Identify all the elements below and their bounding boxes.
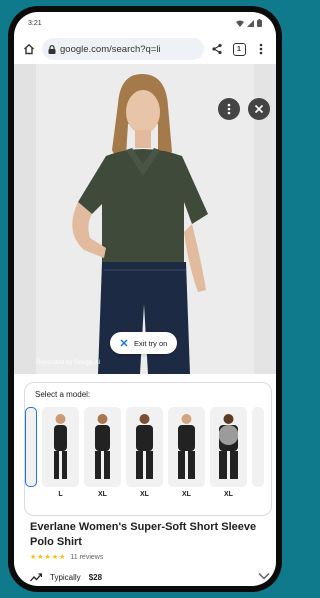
- browser-toolbar: google.com/search?q=li 1: [14, 34, 276, 64]
- model-option[interactable]: L: [42, 407, 79, 498]
- lock-icon: [48, 44, 56, 54]
- price-value: $28: [88, 573, 103, 582]
- previous-image-edge: [14, 64, 36, 374]
- tabs-button[interactable]: 1: [230, 40, 248, 58]
- model-option[interactable]: XL: [84, 407, 121, 498]
- product-title[interactable]: Everlane Women's Super-Soft Short Sleeve…: [30, 520, 260, 550]
- model-option[interactable]: XL: [210, 407, 247, 498]
- model-picker: Select a model: L XL XL XL XL: [24, 382, 272, 516]
- model-size: XL: [224, 491, 233, 498]
- chevron-down-icon[interactable]: [258, 572, 270, 580]
- more-vert-icon: [227, 103, 231, 115]
- close-icon: [254, 104, 264, 114]
- model-thumbnail: [218, 414, 239, 479]
- status-bar: 3:21: [14, 12, 276, 34]
- star-rating-icon: ★★★★★: [30, 554, 67, 561]
- price-prefix: Typically: [50, 573, 81, 582]
- tab-count: 1: [232, 42, 246, 56]
- model-size: XL: [182, 491, 191, 498]
- model-size: XL: [140, 491, 149, 498]
- model-option[interactable]: XL: [126, 407, 163, 498]
- battery-icon: [257, 19, 262, 27]
- model-list: L XL XL XL XL: [25, 407, 271, 507]
- review-count: 11 reviews: [70, 553, 104, 561]
- model-thumbnail: [95, 414, 110, 479]
- status-time: 3:21: [28, 19, 42, 27]
- wifi-icon: [236, 20, 244, 27]
- phone-frame: 3:21 google.com/search?q=li 1 Exit try o…: [8, 6, 282, 592]
- more-vert-icon[interactable]: [252, 40, 270, 58]
- model-picker-label: Select a model:: [35, 390, 91, 399]
- exit-try-on-button[interactable]: Exit try on: [110, 332, 178, 354]
- model-option[interactable]: [252, 407, 264, 487]
- price-row: Typically $28: [30, 573, 102, 582]
- url-field[interactable]: google.com/search?q=li: [42, 38, 204, 60]
- model-thumbnail: [178, 414, 195, 479]
- ai-credit: Generated by Google AI: [36, 360, 101, 366]
- share-icon[interactable]: [208, 40, 226, 58]
- exit-try-on-label: Exit try on: [134, 338, 168, 348]
- model-size: XL: [98, 491, 107, 498]
- model-thumbnail: [136, 414, 153, 479]
- signal-icon: [247, 19, 254, 27]
- screen: 3:21 google.com/search?q=li 1 Exit try o…: [14, 12, 276, 586]
- close-button[interactable]: [248, 98, 270, 120]
- model-size: L: [58, 491, 63, 498]
- home-icon[interactable]: [20, 40, 38, 58]
- trend-icon: [30, 573, 42, 582]
- system-icons: [236, 19, 262, 27]
- model-thumbnail: [54, 414, 67, 479]
- try-on-image: Exit try on Generated by Google AI: [14, 64, 276, 374]
- model-option[interactable]: [25, 407, 37, 487]
- url-text: google.com/search?q=li: [60, 43, 161, 55]
- close-icon: [120, 339, 128, 347]
- product-rating[interactable]: ★★★★★ 11 reviews: [30, 553, 104, 562]
- more-options-button[interactable]: [218, 98, 240, 120]
- model-option[interactable]: XL: [168, 407, 205, 498]
